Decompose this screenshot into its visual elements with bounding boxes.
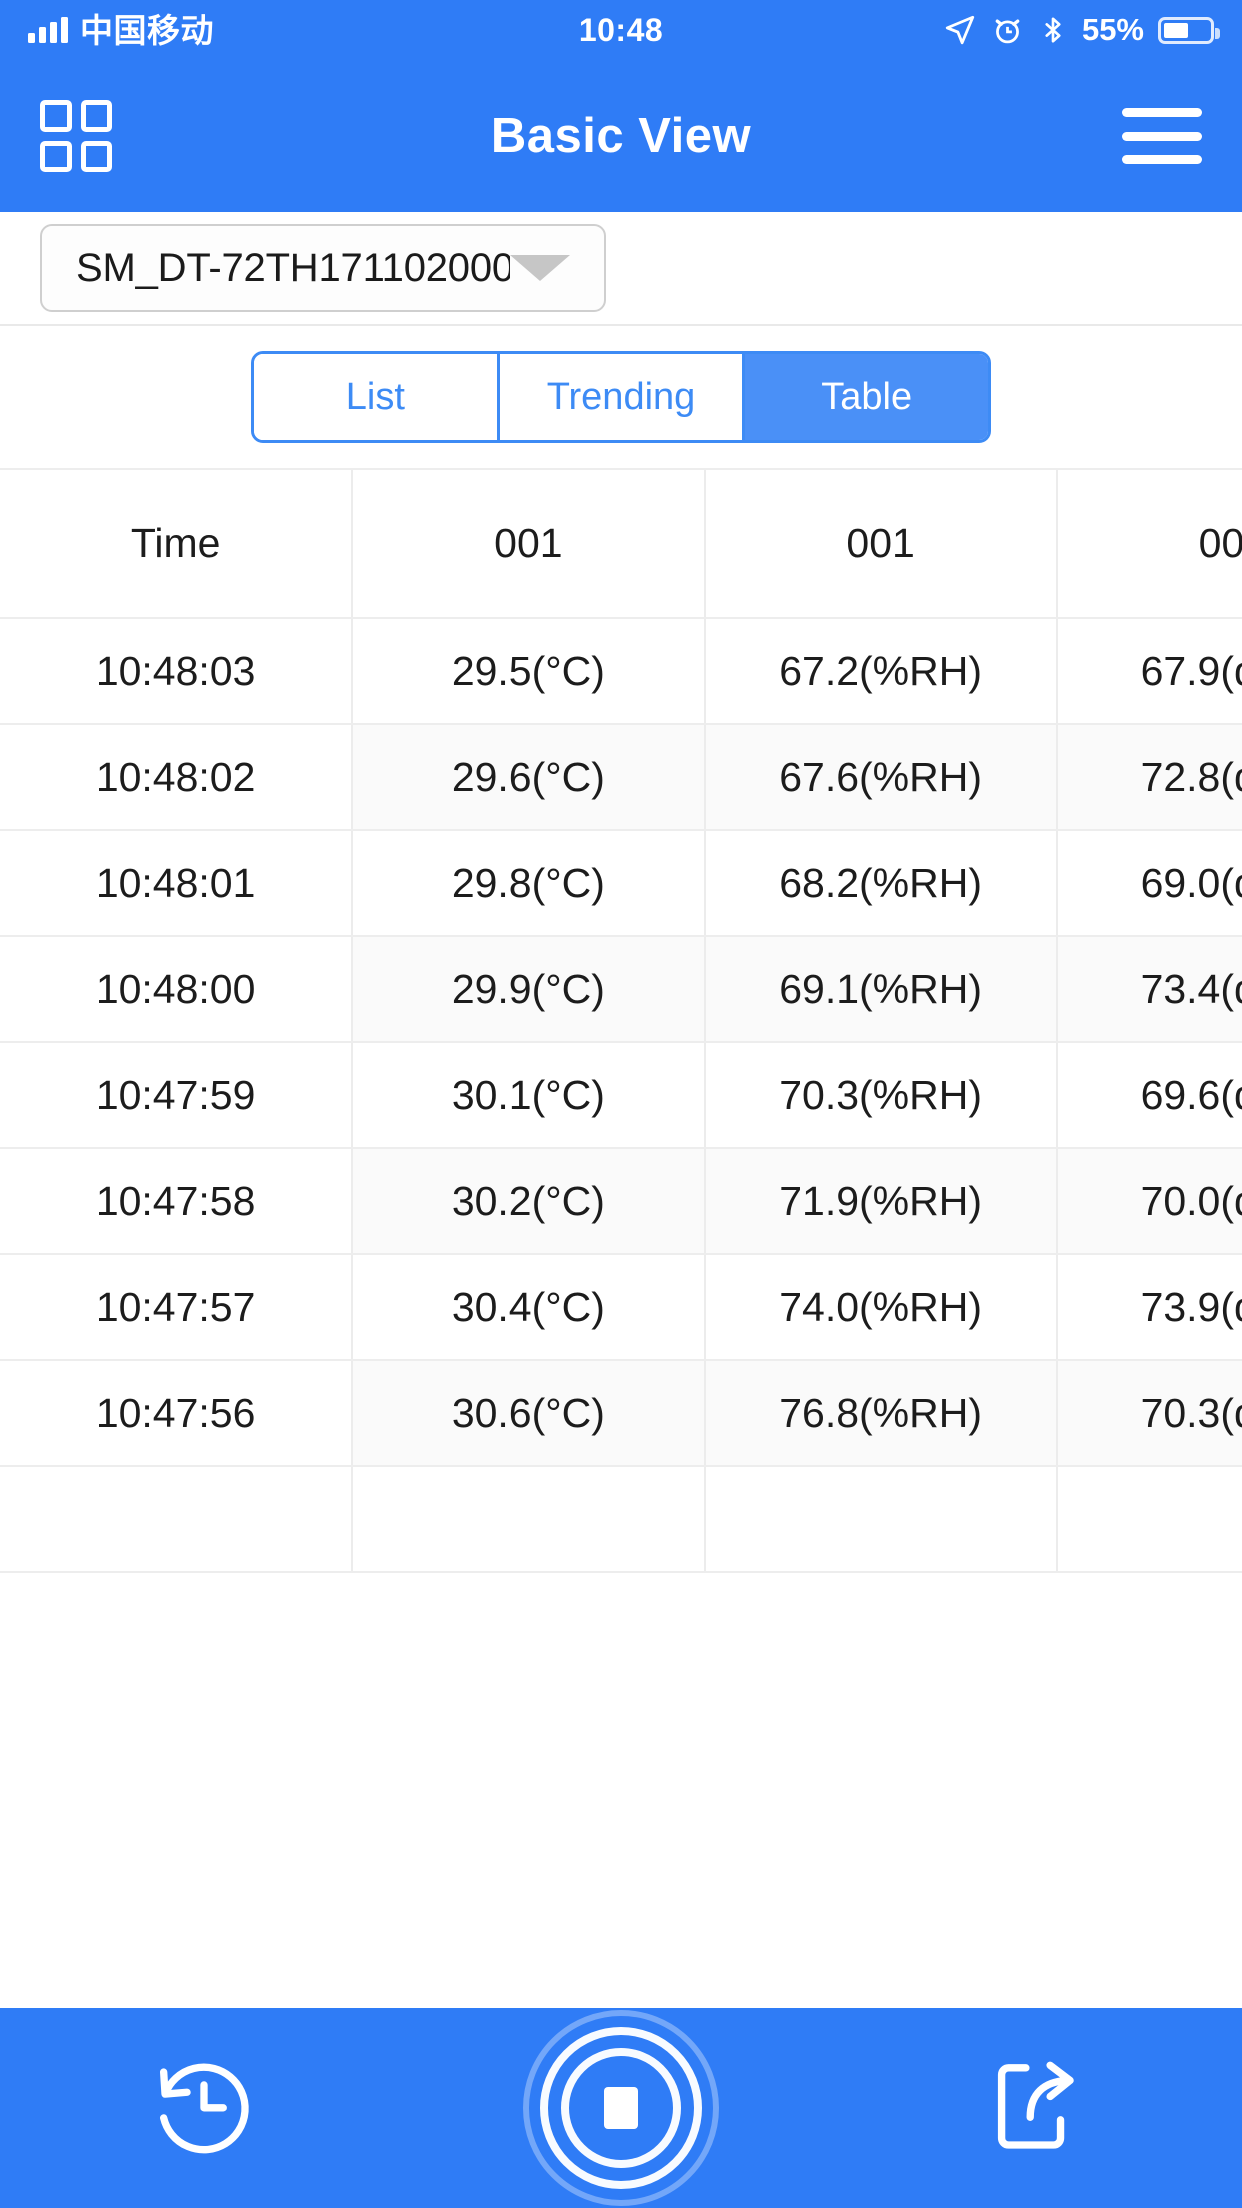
data-table-scroll[interactable]: Time 001 001 009 10:48:03 29.5(°C) 67.2(… — [0, 468, 1242, 2008]
alarm-clock-icon — [991, 14, 1024, 47]
cell-temperature: 30.2(°C) — [352, 1148, 706, 1255]
location-arrow-icon — [943, 13, 977, 47]
cell-humidity: 76.8(%RH) — [704, 1360, 1058, 1467]
page-title: Basic View — [490, 109, 752, 163]
cell-humidity: 67.2(%RH) — [704, 618, 1058, 725]
cell-noise: 73.9(dBA) — [1056, 1254, 1242, 1361]
column-header-3[interactable]: 009 — [1056, 470, 1242, 619]
cell-time — [0, 1466, 354, 1573]
cell-noise: 70.0(dBA) — [1056, 1148, 1242, 1255]
carrier-label: 中国移动 — [80, 11, 214, 49]
table-row[interactable]: 10:47:58 30.2(°C) 71.9(%RH) 70.0(dBA) — [0, 1148, 1242, 1255]
table-row[interactable]: 10:48:00 29.9(°C) 69.1(%RH) 73.4(dBA) — [0, 936, 1242, 1043]
cell-time: 10:47:58 — [0, 1148, 354, 1255]
cell-temperature: 29.6(°C) — [352, 724, 706, 831]
device-select[interactable]: SM_DT-72TH1711020001 — [40, 224, 606, 312]
status-bar-right: 55% — [943, 12, 1220, 48]
column-header-2[interactable]: 001 — [704, 470, 1058, 619]
cell-noise: 69.6(dBA) — [1056, 1042, 1242, 1149]
table-header: Time 001 001 009 — [0, 470, 1242, 619]
cell-temperature: 29.8(°C) — [352, 830, 706, 937]
share-button[interactable] — [948, 2028, 1128, 2188]
cell-time: 10:48:03 — [0, 618, 354, 725]
nav-bar: Basic View — [0, 60, 1242, 212]
view-mode-tabs: List Trending Table — [251, 351, 991, 443]
stop-record-icon — [603, 2087, 638, 2129]
cell-temperature — [352, 1466, 706, 1573]
cell-temperature: 30.1(°C) — [352, 1042, 706, 1149]
hamburger-menu-icon[interactable] — [1122, 108, 1202, 164]
cell-temperature: 29.5(°C) — [352, 618, 706, 725]
battery-icon — [1158, 16, 1220, 44]
cell-temperature: 30.6(°C) — [352, 1360, 706, 1467]
cell-time: 10:47:56 — [0, 1360, 354, 1467]
table-body: 10:48:03 29.5(°C) 67.2(%RH) 67.9(dBA) 10… — [0, 618, 1242, 1573]
cell-humidity: 67.6(%RH) — [704, 724, 1058, 831]
view-mode-tabs-zone: List Trending Table — [0, 326, 1242, 468]
cell-noise — [1056, 1466, 1242, 1573]
table-row[interactable]: 10:48:03 29.5(°C) 67.2(%RH) 67.9(dBA) — [0, 618, 1242, 725]
cell-humidity: 71.9(%RH) — [704, 1148, 1058, 1255]
tab-trending[interactable]: Trending — [499, 354, 746, 440]
tab-list[interactable]: List — [254, 354, 500, 440]
bottom-toolbar — [0, 2008, 1242, 2208]
table-row[interactable]: 10:47:57 30.4(°C) 74.0(%RH) 73.9(dBA) — [0, 1254, 1242, 1361]
cell-time: 10:48:01 — [0, 830, 354, 937]
table-row[interactable]: 10:48:01 29.8(°C) 68.2(%RH) 69.0(dBA) — [0, 830, 1242, 937]
device-selector-zone: SM_DT-72TH1711020001 — [0, 212, 1242, 326]
grid-icon[interactable] — [40, 100, 112, 172]
tab-table[interactable]: Table — [745, 354, 988, 440]
cell-humidity: 74.0(%RH) — [704, 1254, 1058, 1361]
cell-time: 10:48:02 — [0, 724, 354, 831]
history-button[interactable] — [114, 2028, 294, 2188]
cell-time: 10:48:00 — [0, 936, 354, 1043]
table-header-row: Time 001 001 009 — [0, 470, 1242, 619]
stop-record-button[interactable] — [521, 2008, 721, 2208]
table-row[interactable]: 10:47:56 30.6(°C) 76.8(%RH) 70.3(dBA) — [0, 1360, 1242, 1467]
cell-noise: 70.3(dBA) — [1056, 1360, 1242, 1467]
cell-humidity: 70.3(%RH) — [704, 1042, 1058, 1149]
cell-time: 10:47:59 — [0, 1042, 354, 1149]
device-select-value: SM_DT-72TH1711020001 — [76, 245, 510, 290]
table-row[interactable]: 10:48:02 29.6(°C) 67.6(%RH) 72.8(dBA) — [0, 724, 1242, 831]
cell-noise: 73.4(dBA) — [1056, 936, 1242, 1043]
cell-time: 10:47:57 — [0, 1254, 354, 1361]
column-header-1[interactable]: 001 — [352, 470, 706, 619]
column-header-time[interactable]: Time — [0, 470, 354, 619]
cell-noise: 72.8(dBA) — [1056, 724, 1242, 831]
cell-temperature: 29.9(°C) — [352, 936, 706, 1043]
cell-noise: 69.0(dBA) — [1056, 830, 1242, 937]
table-row[interactable]: 10:47:59 30.1(°C) 70.3(%RH) 69.6(dBA) — [0, 1042, 1242, 1149]
table-row[interactable] — [0, 1466, 1242, 1573]
cell-humidity — [704, 1466, 1058, 1573]
cell-temperature: 30.4(°C) — [352, 1254, 706, 1361]
signal-bars-icon — [28, 17, 68, 43]
status-bar-left: 中国移动 — [28, 14, 214, 47]
cell-humidity: 69.1(%RH) — [704, 936, 1058, 1043]
bluetooth-icon — [1038, 13, 1068, 47]
data-table: Time 001 001 009 10:48:03 29.5(°C) 67.2(… — [0, 470, 1242, 1573]
triangle-down-icon — [510, 255, 570, 281]
share-export-icon — [986, 2054, 1090, 2163]
app-root: 中国移动 10:48 55% Basic View SM_DT-72TH1711… — [0, 0, 1242, 2208]
cell-humidity: 68.2(%RH) — [704, 830, 1058, 937]
cell-noise: 67.9(dBA) — [1056, 618, 1242, 725]
status-bar: 中国移动 10:48 55% — [0, 0, 1242, 60]
battery-percent-label: 55% — [1081, 12, 1144, 47]
history-clock-icon — [149, 2051, 259, 2166]
